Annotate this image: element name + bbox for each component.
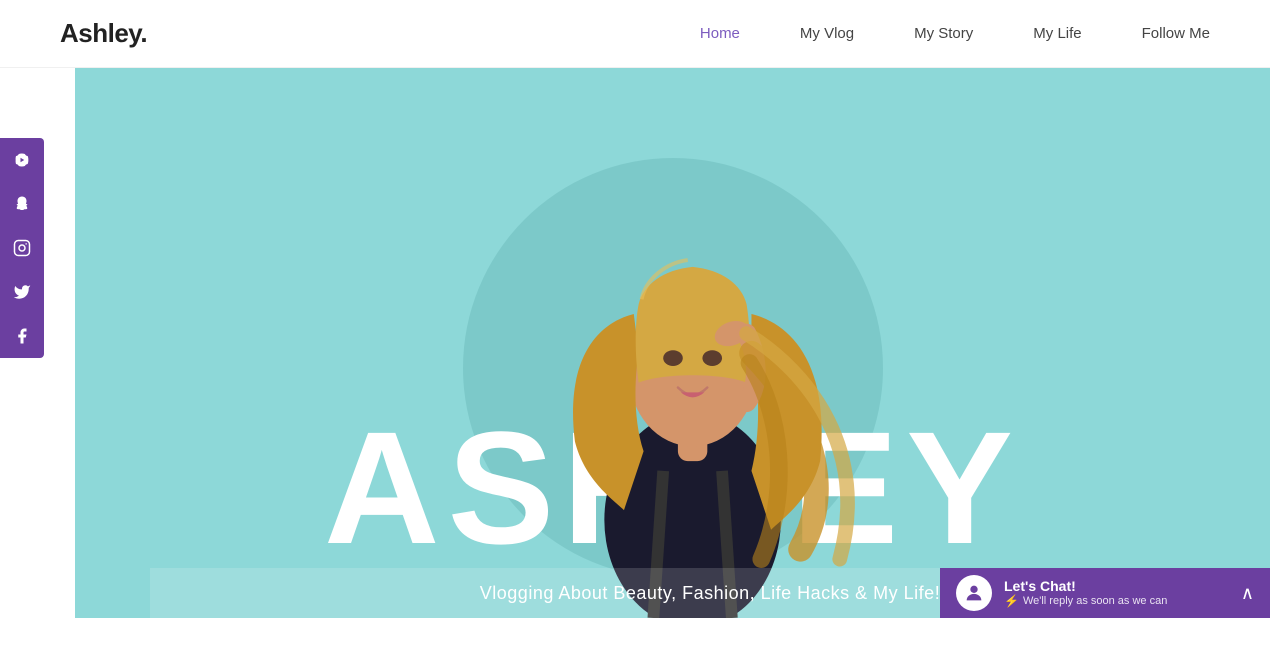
chat-subtitle-text: We'll reply as soon as we can <box>1023 595 1167 607</box>
chat-chevron-icon[interactable]: ∧ <box>1241 583 1254 604</box>
snapchat-icon[interactable] <box>0 182 44 226</box>
youtube-icon[interactable] <box>0 138 44 182</box>
site-logo[interactable]: Ashley. <box>60 18 147 49</box>
social-sidebar <box>0 138 44 358</box>
hero-subtitle: Vlogging About Beauty, Fashion, Life Hac… <box>480 583 940 604</box>
hero-wrapper: ASHLEY Vlogging About Beauty, Fashion, L… <box>0 68 1270 656</box>
chat-avatar <box>956 575 992 611</box>
nav-vlog[interactable]: My Vlog <box>800 25 854 42</box>
nav-life[interactable]: My Life <box>1033 25 1081 42</box>
chat-title: Let's Chat! <box>1004 578 1229 594</box>
person-figure <box>496 108 888 618</box>
nav-home[interactable]: Home <box>700 25 740 42</box>
facebook-icon[interactable] <box>0 314 44 358</box>
nav-story[interactable]: My Story <box>914 25 973 42</box>
instagram-icon[interactable] <box>0 226 44 270</box>
nav-follow[interactable]: Follow Me <box>1142 25 1210 42</box>
lightning-icon: ⚡ <box>1004 594 1019 608</box>
chat-text-block: Let's Chat! ⚡ We'll reply as soon as we … <box>1004 578 1229 608</box>
main-nav: Home My Vlog My Story My Life Follow Me <box>700 25 1210 42</box>
twitter-icon[interactable] <box>0 270 44 314</box>
hero-banner: ASHLEY Vlogging About Beauty, Fashion, L… <box>75 68 1270 618</box>
header: Ashley. Home My Vlog My Story My Life Fo… <box>0 0 1270 68</box>
logo-text: Ashley. <box>60 18 147 48</box>
chat-widget[interactable]: Let's Chat! ⚡ We'll reply as soon as we … <box>940 568 1270 618</box>
chat-subtitle: ⚡ We'll reply as soon as we can <box>1004 594 1229 608</box>
